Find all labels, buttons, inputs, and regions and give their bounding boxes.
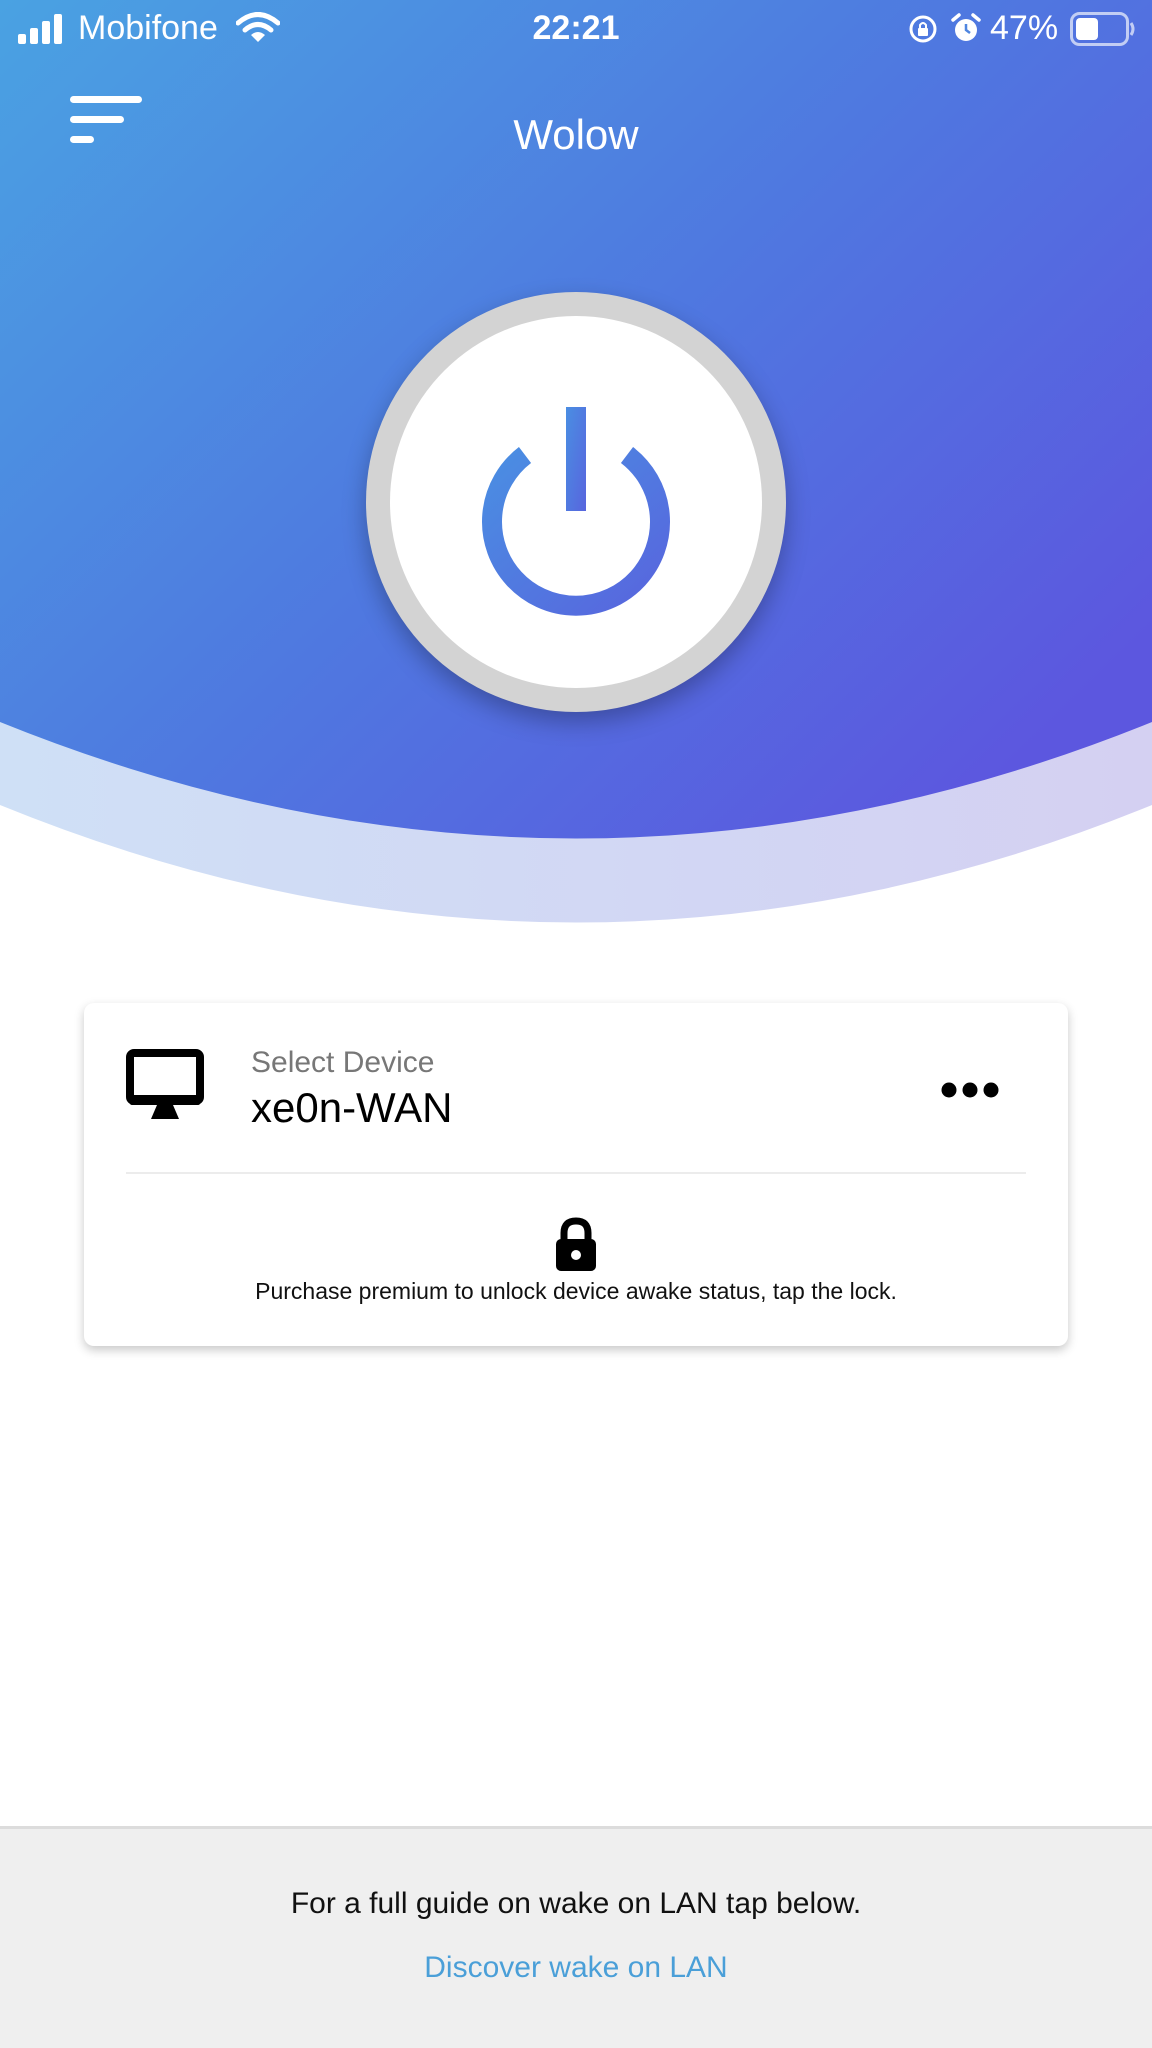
- select-device-label[interactable]: Select Device: [251, 1045, 434, 1081]
- orientation-lock-icon: [909, 15, 937, 43]
- guide-text: For a full guide on wake on LAN tap belo…: [290, 1887, 862, 1920]
- premium-message: Purchase premium to unlock device awake …: [255, 1278, 897, 1304]
- battery-icon: [1070, 12, 1135, 46]
- desktop-monitor-icon: [126, 1049, 204, 1119]
- more-dots-icon: [941, 1082, 999, 1098]
- power-button[interactable]: [366, 292, 786, 712]
- page-title: Wolow: [513, 111, 639, 158]
- selected-device-name[interactable]: xe0n-WAN: [251, 1083, 453, 1133]
- status-bar: Mobifone 22:21 47%: [0, 0, 1152, 58]
- alarm-icon: [951, 13, 981, 41]
- power-icon: [482, 407, 670, 616]
- device-card: Select Device xe0n-WAN Purchase premium …: [84, 1003, 1068, 1346]
- card-divider: [126, 1172, 1026, 1174]
- lock-icon: [556, 1217, 596, 1271]
- footer-panel: For a full guide on wake on LAN tap belo…: [0, 1826, 1152, 2048]
- device-options-button[interactable]: [940, 1073, 1000, 1107]
- unlock-premium-button[interactable]: [550, 1217, 602, 1278]
- battery-percent: 47%: [990, 9, 1059, 47]
- power-button-face: [390, 316, 762, 688]
- discover-wol-link[interactable]: Discover wake on LAN: [0, 1949, 1152, 1987]
